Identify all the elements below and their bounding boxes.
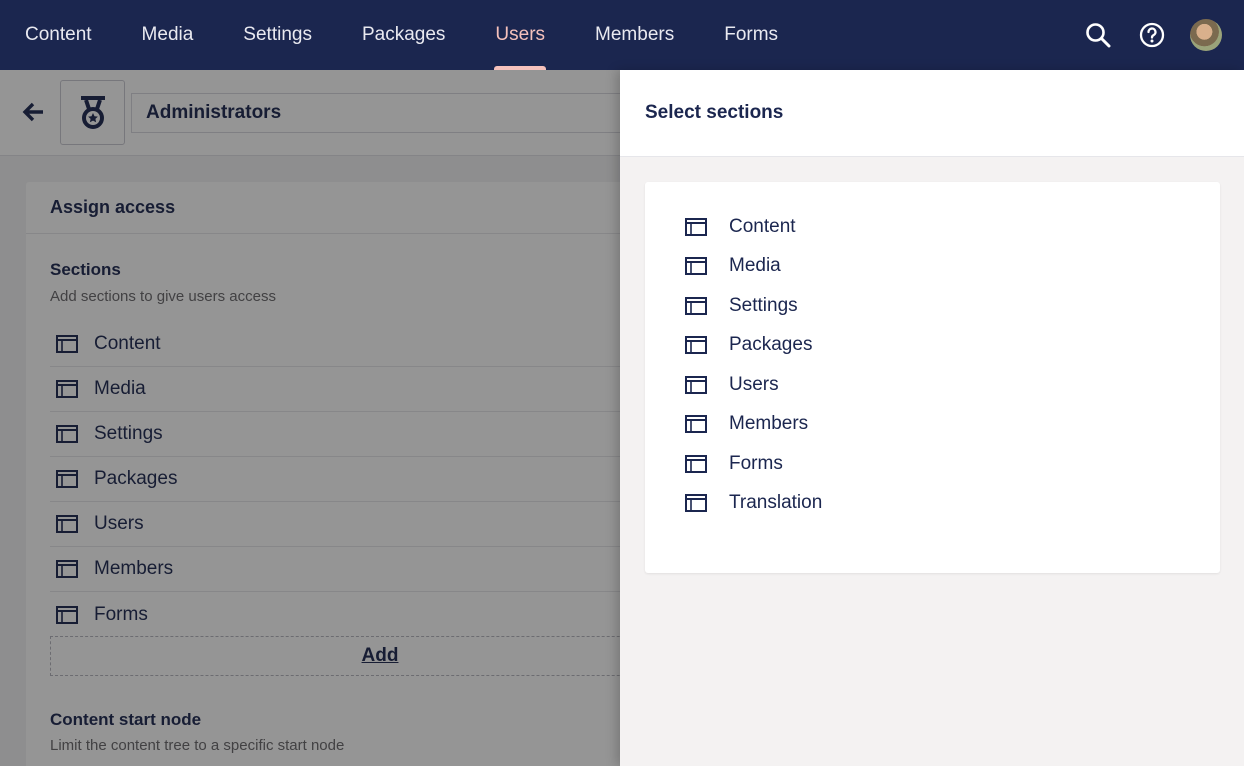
- picker-item-translation[interactable]: Translation: [683, 484, 822, 524]
- help-icon[interactable]: [1136, 19, 1168, 51]
- window-icon: [685, 217, 707, 236]
- picker-item-members[interactable]: Members: [683, 405, 822, 445]
- window-icon: [685, 415, 707, 434]
- top-navigation: Content Media Settings Packages Users Me…: [0, 0, 1244, 70]
- picker-item-label: Media: [729, 255, 781, 277]
- picker-item-label: Members: [729, 413, 809, 435]
- picker-item-packages[interactable]: Packages: [683, 326, 822, 366]
- window-icon: [685, 494, 707, 513]
- avatar[interactable]: [1190, 19, 1222, 51]
- select-sections-panel: Select sections Content Media Settings P…: [620, 70, 1244, 766]
- section-nav: Content Media Settings Packages Users Me…: [0, 0, 803, 70]
- picker-item-label: Settings: [729, 294, 798, 316]
- top-actions: [1082, 0, 1222, 70]
- window-icon: [685, 257, 707, 276]
- picker-item-label: Users: [729, 373, 779, 395]
- picker-item-label: Forms: [729, 452, 783, 474]
- search-icon[interactable]: [1082, 19, 1114, 51]
- nav-item-packages[interactable]: Packages: [337, 0, 470, 70]
- nav-item-content[interactable]: Content: [0, 0, 117, 70]
- picker-item-content[interactable]: Content: [683, 207, 822, 247]
- nav-item-media[interactable]: Media: [117, 0, 219, 70]
- picker-item-label: Packages: [729, 334, 813, 356]
- window-icon: [685, 296, 707, 315]
- picker-item-forms[interactable]: Forms: [683, 444, 822, 484]
- window-icon: [685, 375, 707, 394]
- panel-title: Select sections: [620, 70, 1244, 157]
- picker-item-label: Content: [729, 215, 796, 237]
- picker-item-users[interactable]: Users: [683, 365, 822, 405]
- sections-picker-card: Content Media Settings Packages Users Me…: [645, 182, 1220, 573]
- picker-item-settings[interactable]: Settings: [683, 286, 822, 326]
- modal-backdrop[interactable]: [0, 70, 620, 766]
- picker-item-media[interactable]: Media: [683, 247, 822, 287]
- window-icon: [685, 454, 707, 473]
- picker-item-label: Translation: [729, 492, 823, 514]
- nav-item-members[interactable]: Members: [570, 0, 699, 70]
- nav-item-users[interactable]: Users: [470, 0, 570, 70]
- sections-picker-list: Content Media Settings Packages Users Me…: [683, 207, 822, 523]
- window-icon: [685, 336, 707, 355]
- nav-item-forms[interactable]: Forms: [699, 0, 803, 70]
- nav-item-settings[interactable]: Settings: [218, 0, 337, 70]
